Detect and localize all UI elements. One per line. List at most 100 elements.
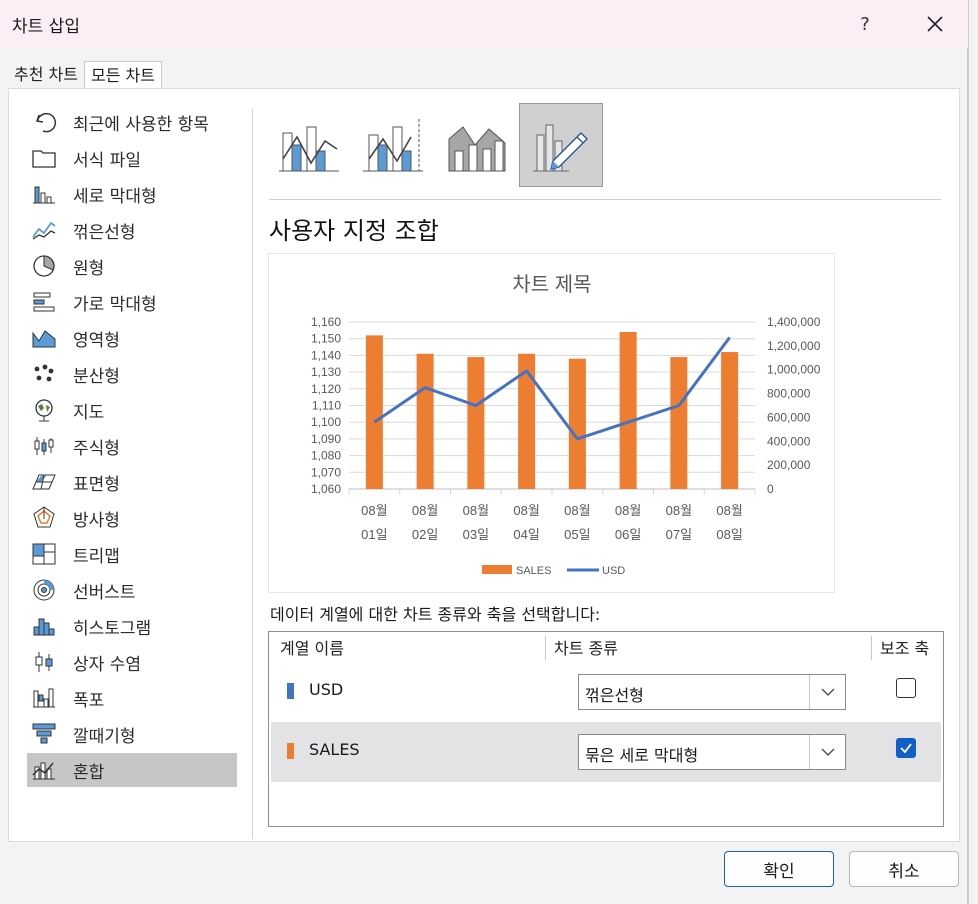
header-chart-type: 차트 종류 xyxy=(554,639,618,658)
sidebar-item[interactable]: 꺾은선형 xyxy=(27,213,237,247)
legend-label: SALES xyxy=(516,565,551,577)
combo-subtype-gallery xyxy=(267,103,607,191)
series-prompt: 데이터 계열에 대한 차트 종류와 축을 선택합니다: xyxy=(270,605,601,624)
sidebar-item-label: 원형 xyxy=(73,258,105,279)
sidebar-item[interactable]: 세로 막대형 xyxy=(27,177,237,211)
sidebar-item[interactable]: 트리맵 xyxy=(27,537,237,571)
x-tick-label: 04일 xyxy=(513,527,539,542)
x-tick-label: 05일 xyxy=(564,527,590,542)
subtype-stacked-area-column[interactable] xyxy=(435,103,519,187)
sidebar-item[interactable]: 원형 xyxy=(27,249,237,283)
sidebar-item[interactable]: 표면형 xyxy=(27,465,237,499)
x-tick-label: 08월 xyxy=(513,503,539,518)
sidebar-item[interactable]: 폭포 xyxy=(27,681,237,715)
sidebar-item[interactable]: 분산형 xyxy=(27,357,237,391)
y2-tick-label: 1,200,000 xyxy=(767,339,821,353)
sidebar-item[interactable]: 가로 막대형 xyxy=(27,285,237,319)
combo-chart-icon xyxy=(31,757,57,783)
chart-type-dropdown[interactable]: 꺾은선형 xyxy=(578,674,846,710)
x-tick-label: 08월 xyxy=(361,503,387,518)
pie-chart-icon xyxy=(31,253,57,279)
sidebar-item-label: 혼합 xyxy=(73,762,105,783)
y2-tick-label: 800,000 xyxy=(767,387,811,401)
dropdown-toggle[interactable] xyxy=(809,735,845,769)
x-tick-label: 08일 xyxy=(716,527,742,542)
sidebar-item[interactable]: 영역형 xyxy=(27,321,237,355)
bar-chart-icon xyxy=(31,289,57,315)
close-icon xyxy=(927,16,943,32)
treemap-icon xyxy=(31,541,57,567)
sidebar-item[interactable]: 최근에 사용한 항목 xyxy=(27,105,237,139)
tab-recommended[interactable]: 추천 차트 xyxy=(8,61,84,89)
sidebar-item-label: 세로 막대형 xyxy=(73,186,157,207)
y-tick-label: 1,090 xyxy=(311,432,341,446)
x-tick-label: 06일 xyxy=(615,527,641,542)
sidebar-item[interactable]: 혼합 xyxy=(27,753,237,787)
header-secondary-axis: 보조 축 xyxy=(880,639,930,658)
sidebar-item-label: 영역형 xyxy=(73,330,120,351)
chart-preview: 차트 제목 1,060 1,070 1,080 1,090 1,100 1,110 1,120… xyxy=(268,253,835,593)
waterfall-icon xyxy=(31,685,57,711)
sidebar-item[interactable]: 주식형 xyxy=(27,429,237,463)
x-tick-label: 07일 xyxy=(666,527,692,542)
box-whisker-icon xyxy=(31,649,57,675)
dialog-title: 차트 삽입 xyxy=(12,17,80,37)
dropdown-toggle[interactable] xyxy=(809,675,845,709)
series-table: 계열 이름 차트 종류 보조 축 USD 꺾은선형 SALES 묶은 세로 막대… xyxy=(268,631,944,827)
header-divider xyxy=(545,636,546,660)
y-tick-label: 1,060 xyxy=(311,482,341,496)
sidebar-item-label: 상자 수염 xyxy=(73,654,141,675)
subtype-clustered-column-line[interactable] xyxy=(267,103,351,187)
chevron-down-icon xyxy=(821,688,834,696)
sidebar-item-label: 트리맵 xyxy=(73,546,120,567)
x-tick-label: 08월 xyxy=(615,503,641,518)
series-name: USD xyxy=(309,680,344,699)
close-button[interactable] xyxy=(915,6,955,42)
secondary-axis-checkbox[interactable] xyxy=(896,678,916,698)
y-tick-label: 1,100 xyxy=(311,415,341,429)
sidebar-item-label: 표면형 xyxy=(73,474,120,495)
legend-swatch-sales xyxy=(482,565,512,574)
secondary-axis-checkbox[interactable] xyxy=(896,738,916,758)
cancel-button[interactable]: 취소 xyxy=(849,851,959,887)
sidebar-item[interactable]: 서식 파일 xyxy=(27,141,237,175)
y2-tick-label: 200,000 xyxy=(767,458,811,472)
combo-chart: 차트 제목 1,060 1,070 1,080 1,090 1,100 1,110 1,120… xyxy=(311,273,821,577)
ok-button[interactable]: 확인 xyxy=(724,851,834,887)
legend-label: USD xyxy=(602,565,625,577)
sidebar-item-label: 방사형 xyxy=(73,510,120,531)
x-tick-label: 01일 xyxy=(361,527,387,542)
chart-type-value: 꺾은선형 xyxy=(585,686,644,705)
y2-tick-label: 1,000,000 xyxy=(767,363,821,377)
sidebar-item-label: 주식형 xyxy=(73,438,120,459)
sidebar-item[interactable]: 선버스트 xyxy=(27,573,237,607)
sidebar-item-label: 꺾은선형 xyxy=(73,222,136,243)
sidebar-item[interactable]: 상자 수염 xyxy=(27,645,237,679)
sidebar-item[interactable]: 방사형 xyxy=(27,501,237,535)
recent-icon xyxy=(31,109,57,135)
sidebar-item-label: 폭포 xyxy=(73,690,105,711)
sidebar-item[interactable]: 히스토그램 xyxy=(27,609,237,643)
surface-chart-icon xyxy=(31,469,57,495)
bar-sales xyxy=(721,352,739,489)
x-tick-label: 02일 xyxy=(412,527,438,542)
sidebar-item-label: 서식 파일 xyxy=(73,150,141,171)
divider xyxy=(252,109,253,839)
subtype-custom-combination[interactable] xyxy=(519,103,603,187)
subtype-clustered-column-line-secondary[interactable] xyxy=(351,103,435,187)
custom-combination-pencil-icon xyxy=(533,124,588,172)
chart-type-dropdown[interactable]: 묶은 세로 막대형 xyxy=(578,734,846,770)
sidebar-item-label: 선버스트 xyxy=(73,582,136,603)
tab-all-charts[interactable]: 모든 차트 xyxy=(83,61,162,89)
series-color-swatch xyxy=(287,743,294,759)
area-chart-icon xyxy=(31,325,57,351)
sidebar-item[interactable]: 지도 xyxy=(27,393,237,427)
help-button[interactable]: ? xyxy=(848,6,882,42)
histogram-icon xyxy=(31,613,57,639)
bar-sales xyxy=(568,358,586,489)
sidebar-item-label: 히스토그램 xyxy=(73,618,152,639)
funnel-icon xyxy=(31,721,57,747)
sidebar-item[interactable]: 깔때기형 xyxy=(27,717,237,751)
background-app xyxy=(968,0,978,904)
x-tick-label: 03일 xyxy=(463,527,489,542)
